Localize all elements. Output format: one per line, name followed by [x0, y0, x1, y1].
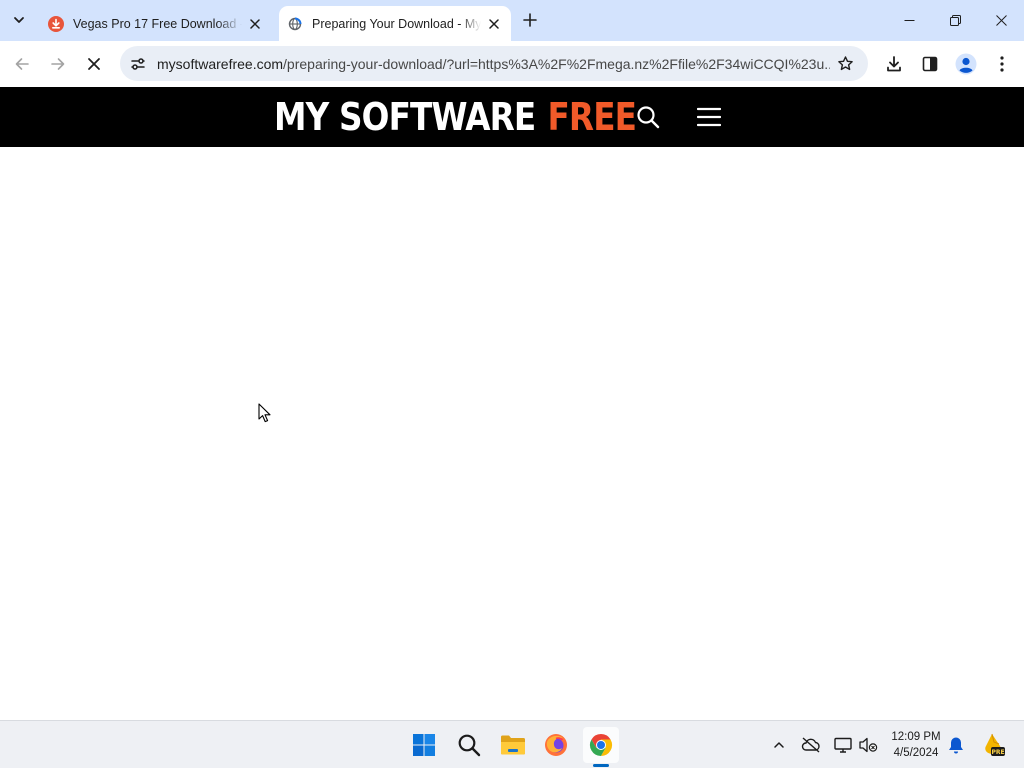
downloads-button[interactable] — [878, 48, 910, 80]
tab-title: Vegas Pro 17 Free Download - M — [73, 16, 242, 31]
chrome-icon — [589, 734, 613, 756]
logo-text-white: MY SOFTWARE — [274, 95, 536, 139]
back-arrow-icon — [15, 58, 29, 70]
restore-icon — [949, 15, 961, 26]
tab-search-button[interactable] — [7, 8, 31, 32]
tab-title: Preparing Your Download - My — [312, 16, 481, 31]
back-button[interactable] — [6, 48, 38, 80]
site-header: MY SOFTWARE FREE — [0, 87, 1024, 147]
side-panel-button[interactable] — [914, 48, 946, 80]
mouse-cursor-icon — [258, 403, 271, 423]
system-clock[interactable]: 12:09 PM 4/5/2024 — [884, 729, 948, 761]
chrome-button[interactable] — [583, 727, 619, 763]
close-icon — [995, 15, 1007, 26]
profile-icon — [955, 53, 977, 75]
network-volume-tray-button[interactable] — [856, 733, 880, 757]
onedrive-offline-icon — [801, 737, 820, 753]
file-explorer-icon — [501, 735, 525, 755]
firefox-button[interactable] — [538, 727, 574, 763]
page-content-area — [0, 147, 1024, 720]
close-icon — [489, 18, 499, 29]
download-favicon — [48, 15, 64, 32]
notifications-button[interactable] — [944, 733, 968, 757]
firefox-icon — [545, 734, 567, 756]
display-tray-button[interactable] — [831, 733, 855, 757]
close-icon — [250, 18, 260, 29]
bookmark-button[interactable] — [830, 49, 860, 79]
start-button[interactable] — [406, 727, 442, 763]
url-text: mysoftwarefree.com/preparing-your-downlo… — [153, 56, 830, 72]
address-bar[interactable]: mysoftwarefree.com/preparing-your-downlo… — [120, 46, 868, 81]
window-close-button[interactable] — [978, 0, 1024, 41]
forward-arrow-icon — [51, 58, 65, 70]
tab-close-button[interactable] — [246, 15, 264, 33]
side-panel-icon — [922, 56, 938, 72]
chevron-up-icon — [774, 742, 784, 748]
loading-globe-favicon — [287, 16, 303, 32]
browser-tab-preparing-download[interactable]: Preparing Your Download - My — [279, 6, 511, 41]
network-volume-icon — [859, 737, 878, 753]
show-hidden-icons-button[interactable] — [767, 733, 791, 757]
clock-date: 4/5/2024 — [893, 747, 939, 759]
site-logo[interactable]: MY SOFTWARE FREE — [274, 95, 637, 139]
browser-menu-button[interactable] — [986, 48, 1018, 80]
kebab-menu-icon — [1000, 56, 1004, 72]
restore-button[interactable] — [932, 0, 978, 41]
star-icon — [837, 56, 853, 71]
windows-taskbar: 12:09 PM 4/5/2024 PRE — [0, 720, 1024, 768]
taskbar-search-button[interactable] — [451, 727, 487, 763]
url-path: /preparing-your-download/?url=https%3A%2… — [283, 55, 830, 72]
active-app-indicator — [593, 764, 609, 767]
minimize-button[interactable] — [886, 0, 932, 41]
clock-time: 12:09 PM — [891, 731, 941, 743]
search-icon[interactable] — [635, 104, 661, 130]
url-host: mysoftwarefree.com — [157, 55, 284, 72]
chevron-down-icon — [14, 17, 24, 23]
browser-tab-vegas-pro[interactable]: Vegas Pro 17 Free Download - M — [40, 6, 272, 41]
minimize-icon — [904, 20, 914, 21]
insider-preview-tray-button[interactable]: PRE — [980, 732, 1006, 758]
new-tab-button[interactable] — [519, 9, 541, 31]
onedrive-tray-button[interactable] — [799, 733, 823, 757]
tune-icon — [131, 57, 145, 70]
profile-button[interactable] — [950, 48, 982, 80]
logo-text-red: FREE — [547, 95, 637, 139]
hamburger-icon[interactable] — [697, 106, 721, 128]
tab-close-button[interactable] — [485, 15, 503, 33]
windows-insider-pre-icon: PRE — [985, 733, 1005, 756]
site-info-button[interactable] — [123, 49, 153, 79]
notification-bell-icon — [949, 737, 963, 754]
file-explorer-button[interactable] — [495, 727, 531, 763]
stop-loading-button[interactable] — [78, 48, 110, 80]
display-icon — [834, 737, 852, 753]
plus-icon — [523, 13, 537, 27]
search-icon — [458, 734, 481, 757]
download-icon — [887, 56, 901, 72]
stop-x-icon — [88, 58, 100, 70]
browser-toolbar: mysoftwarefree.com/preparing-your-downlo… — [0, 41, 1024, 87]
browser-tab-strip: Vegas Pro 17 Free Download - M Preparing… — [0, 0, 1024, 41]
insider-badge-text: PRE — [991, 749, 1004, 756]
windows-start-icon — [413, 734, 435, 756]
forward-button[interactable] — [42, 48, 74, 80]
